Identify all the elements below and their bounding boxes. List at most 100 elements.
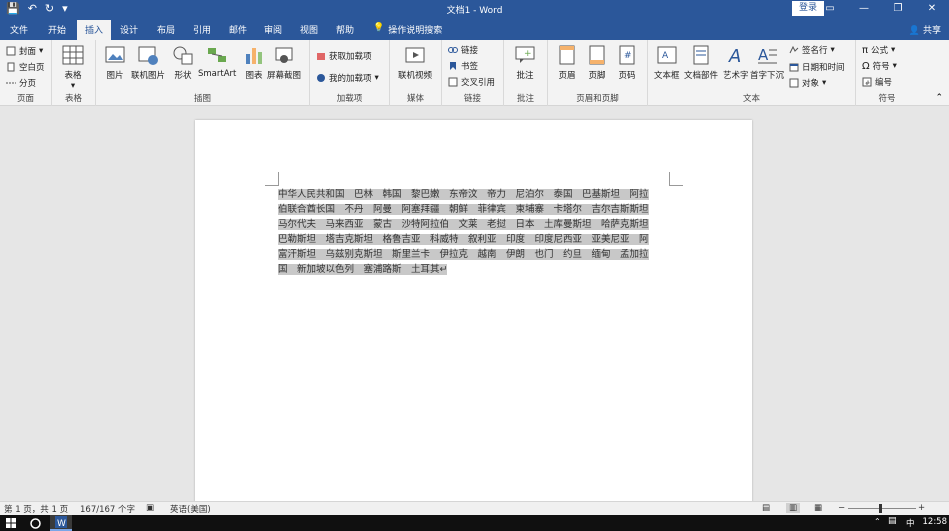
picture-icon [105,46,125,63]
text-box-button[interactable]: A 文本框 [654,44,680,81]
read-mode-icon[interactable]: ▤ [762,503,770,513]
pictures-button[interactable]: 图片 [104,44,126,81]
chart-button[interactable]: 图表 [243,44,265,81]
comment-label: 批注 [516,71,534,81]
link-button[interactable]: 链接 [448,44,478,56]
share-button[interactable]: 👤 共享 [909,23,941,36]
language-indicator[interactable]: 英语(美国) [170,503,211,515]
zoom-in-button[interactable]: + [918,503,925,513]
header-button[interactable]: 页眉 [556,44,578,81]
text-line[interactable]: 富汗斯坦 乌兹别克斯坦 斯里兰卡 伊拉克 越南 伊朗 也门 约旦 缅甸 孟加拉 [278,249,649,260]
signature-line-button[interactable]: 签名行 ▾ [789,44,835,56]
tab-mailings[interactable]: 邮件 [229,23,247,36]
tab-help[interactable]: 帮助 [336,23,354,36]
ime-indicator[interactable]: 中 [906,517,915,529]
signature-icon [789,45,799,54]
tab-design[interactable]: 设计 [120,23,138,36]
web-layout-icon[interactable]: ▦ [814,503,822,513]
table-button[interactable]: 表格 ▾ [62,44,84,91]
tab-view[interactable]: 视图 [300,23,318,36]
clock[interactable]: 12:58 [923,517,948,527]
tell-me-search[interactable]: 💡 操作说明搜索 [373,23,442,36]
search-button[interactable] [26,515,44,531]
document-body[interactable]: 中华人民共和国 巴林 韩国 黎巴嫩 东帝汶 帝力 尼泊尔 泰国 巴基斯坦 阿拉 … [278,187,678,277]
page-break-label: 分页 [19,79,37,89]
video-icon [405,47,425,63]
page-number-label: 页码 [618,71,636,81]
crop-mark-top-left [265,172,279,186]
word-count[interactable]: 167/167 个字 [80,503,135,515]
bookmark-label: 书签 [461,62,479,72]
tab-references[interactable]: 引用 [193,23,211,36]
ribbon-display-icon[interactable]: ▭ [813,0,847,18]
blank-page-button[interactable]: 空白页 [6,61,45,73]
symbol-button[interactable]: Ω 符号 ▾ [862,60,897,73]
document-page[interactable]: 中华人民共和国 巴林 韩国 黎巴嫩 东帝汶 帝力 尼泊尔 泰国 巴基斯坦 阿拉 … [195,120,752,510]
cortana-icon [29,517,41,529]
text-box-icon: A [657,46,677,64]
shapes-button[interactable]: 形状 [172,44,194,81]
tab-file[interactable]: 文件 [10,23,28,36]
cross-reference-button[interactable]: 交叉引用 [448,76,495,88]
online-video-button[interactable]: 联机视频 [398,44,432,81]
text-line[interactable]: 巴勒斯坦 塔吉克斯坦 格鲁吉亚 科威特 叙利亚 印度 印度尼西亚 亚美尼亚 阿 [278,234,649,245]
close-button[interactable]: ✕ [915,0,949,18]
footer-label: 页脚 [588,71,606,81]
bookmark-icon [450,62,456,70]
page-number-button[interactable]: # 页码 [616,44,638,81]
cover-page-button[interactable]: 封面 ▾ [6,45,43,57]
tab-insert[interactable]: 插入 [77,20,112,40]
text-line[interactable]: 国 新加坡以色列 塞浦路斯 土耳其↵ [278,264,448,275]
page-break-button[interactable]: 分页 [6,77,36,89]
wordart-button[interactable]: A 艺术字 [723,44,749,81]
start-button[interactable] [2,515,20,531]
group-label-links: 链接 [463,94,481,104]
number-button[interactable]: # 编号 [862,76,892,88]
group-media: 联机视频 媒体 [390,40,442,106]
object-button[interactable]: 对象 ▾ [789,77,826,89]
my-addins-icon [317,74,325,82]
zoom-slider-thumb[interactable] [879,504,882,513]
new-comment-button[interactable]: + 批注 [514,44,536,81]
table-label: 表格 [64,71,82,81]
tray-chevron-icon[interactable]: ⌃ [874,517,881,526]
tab-review[interactable]: 审阅 [264,23,282,36]
text-line[interactable]: 中华人民共和国 巴林 韩国 黎巴嫩 东帝汶 帝力 尼泊尔 泰国 巴基斯坦 阿拉 [278,189,649,200]
taskbar-word-app[interactable]: W [50,515,72,531]
tab-home[interactable]: 开始 [48,23,66,36]
store-icon [317,53,325,60]
smartart-label: SmartArt [198,69,237,79]
minimize-button[interactable]: — [847,0,881,18]
collapse-ribbon-icon[interactable]: ⌃ [935,93,943,103]
group-illustrations: 图片 联机图片 形状 SmartArt 图表 屏幕截图 插图 [96,40,310,106]
get-addins-button[interactable]: 获取加载项 [316,50,372,62]
smartart-button[interactable]: SmartArt [198,44,236,79]
bookmark-button[interactable]: 书签 [448,60,478,72]
lightbulb-icon: 💡 [373,23,385,33]
quick-parts-button[interactable]: 文档部件 [684,44,718,81]
print-layout-icon[interactable]: ▥ [786,503,801,513]
title-bar: 💾 ↶ ↻ ▾ 文档1 - Word 登录 ▭ — ❐ ✕ [0,0,949,20]
drop-cap-button[interactable]: A 首字下沉 [750,44,784,81]
restore-button[interactable]: ❐ [881,0,915,18]
table-icon [62,45,84,65]
my-addins-button[interactable]: 我的加载项 ▾ [316,72,379,84]
page-count[interactable]: 第 1 页，共 1 页 [4,503,68,515]
text-line[interactable]: 马尔代夫 马来西亚 蒙古 沙特阿拉伯 文莱 老挝 日本 土库曼斯坦 哈萨克斯坦 [278,219,649,230]
date-time-button[interactable]: 日期和时间 [789,61,845,73]
online-pictures-button[interactable]: 联机图片 [131,44,165,81]
zoom-out-button[interactable]: − [838,503,845,513]
link-icon [448,47,458,53]
footer-button[interactable]: 页脚 [586,44,608,81]
quick-parts-icon [693,45,709,65]
screenshot-button[interactable]: 屏幕截图 [267,44,301,81]
zoom-slider-track[interactable] [848,508,916,509]
proofing-icon[interactable]: ▣ [146,503,154,513]
drop-cap-icon: A [758,46,777,64]
group-label-tables: 表格 [64,94,82,104]
tab-layout[interactable]: 布局 [157,23,175,36]
group-addins: 获取加载项 我的加载项 ▾ 加载项 [310,40,390,106]
text-line[interactable]: 伯联合酋长国 不丹 阿曼 阿塞拜疆 朝鲜 菲律宾 柬埔寨 卡塔尔 吉尔吉斯斯坦 [278,204,649,215]
equation-button[interactable]: π 公式 ▾ [862,44,895,57]
notification-icon[interactable]: ▤ [888,516,897,526]
